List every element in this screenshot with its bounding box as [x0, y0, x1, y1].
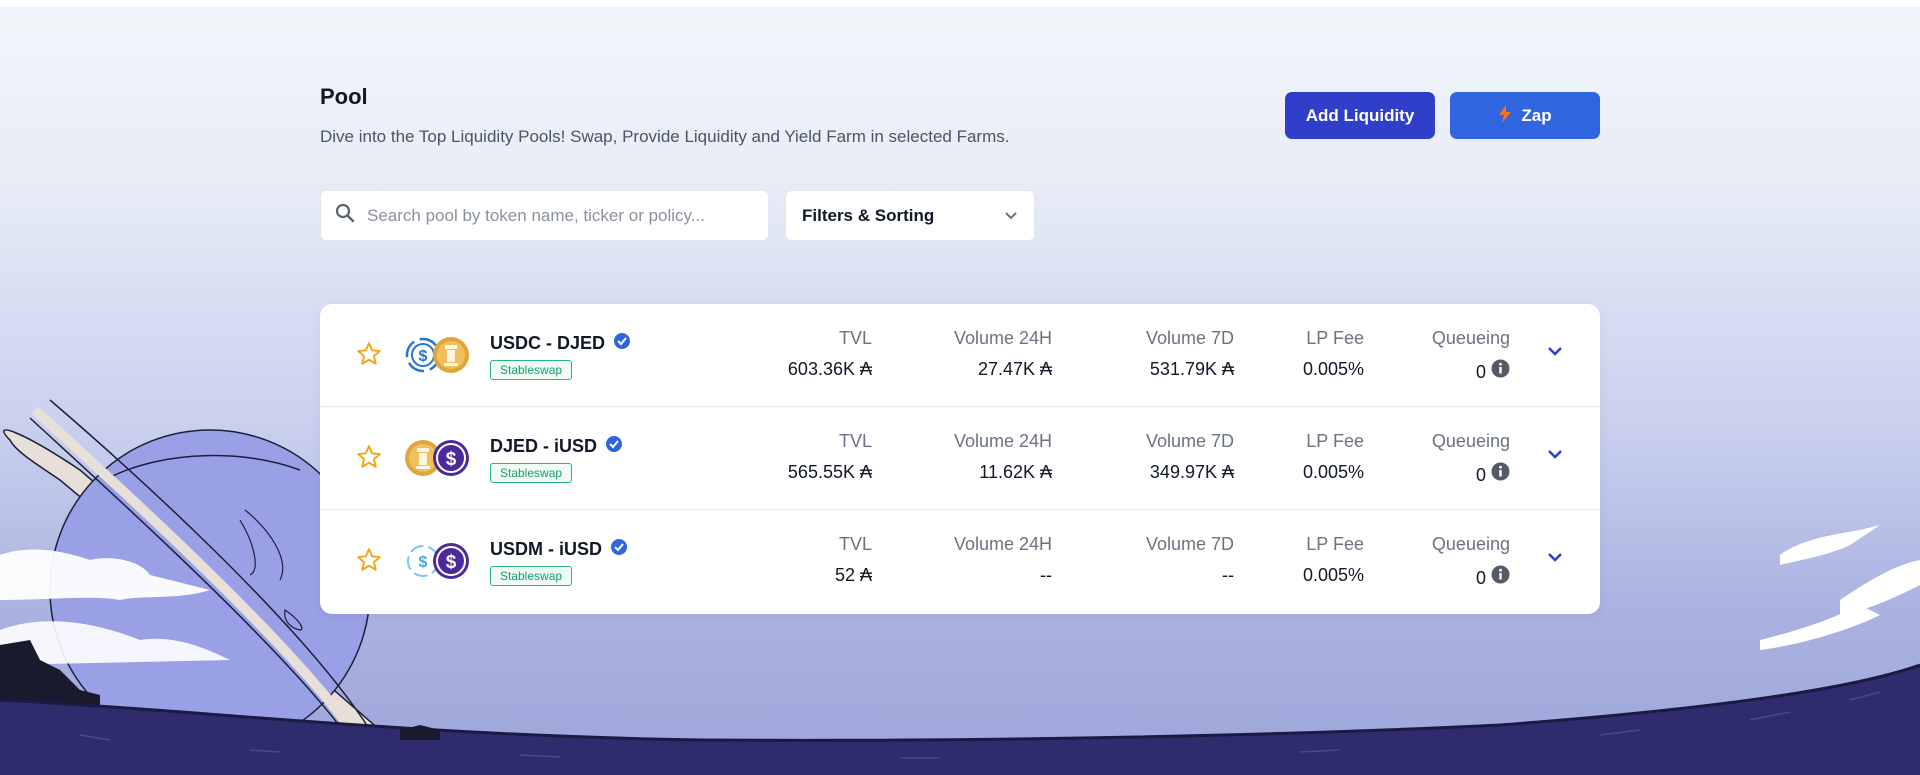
queueing-value-wrap: 0 [1432, 359, 1510, 383]
verified-badge-icon [613, 332, 631, 355]
tvl-stat: TVL 565.55K ₳ [788, 431, 872, 483]
tvl-stat: TVL 52 ₳ [835, 534, 872, 586]
svg-text:$: $ [446, 449, 457, 470]
pool-pair-label: USDM - iUSD [490, 539, 602, 559]
queueing-value-wrap: 0 [1432, 565, 1510, 589]
queueing-value-wrap: 0 [1432, 462, 1510, 486]
queueing-value: 0 [1475, 465, 1486, 485]
add-liquidity-button[interactable]: Add Liquidity [1285, 92, 1435, 139]
pool-pair-label: USDC - DJED [490, 333, 606, 353]
lp-fee-stat: LP Fee 0.005% [1303, 328, 1364, 380]
queueing-label: Queueing [1431, 328, 1510, 348]
volume-24h-value: 11.62K ₳ [979, 462, 1052, 482]
volume-7d-stat: Volume 7D 531.79K ₳ [1146, 328, 1234, 380]
filters-sorting-dropdown[interactable]: Filters & Sorting [785, 190, 1035, 241]
volume-24h-stat: Volume 24H -- [954, 534, 1052, 586]
lp-fee-label: LP Fee [1306, 534, 1364, 554]
page-subtitle: Dive into the Top Liquidity Pools! Swap,… [320, 127, 1010, 146]
star-icon[interactable] [356, 547, 382, 578]
verified-badge-icon [610, 538, 628, 561]
tvl-label: TVL [838, 328, 872, 348]
verified-badge-icon [605, 435, 623, 458]
search-icon [335, 203, 355, 228]
add-liquidity-label: Add Liquidity [1305, 105, 1415, 125]
pool-pair-name[interactable]: USDM - iUSD [490, 538, 628, 561]
volume-7d-stat: Volume 7D 349.97K ₳ [1146, 431, 1234, 483]
svg-text:$: $ [419, 554, 428, 571]
pool-row[interactable]: $ $ USDM - iUSD Stableswap TVL 52 ₳ Volu… [320, 510, 1600, 613]
lightning-icon [1498, 105, 1512, 126]
tvl-value: 52 ₳ [834, 565, 872, 585]
iusd-token-icon: $ [432, 542, 470, 580]
info-icon[interactable] [1491, 359, 1510, 382]
chevron-down-icon [1004, 206, 1018, 226]
volume-7d-label: Volume 7D [1145, 534, 1234, 554]
info-icon[interactable] [1491, 565, 1510, 588]
volume-24h-stat: Volume 24H 27.47K ₳ [954, 328, 1052, 380]
tvl-label: TVL [838, 431, 872, 451]
star-icon[interactable] [356, 341, 382, 372]
volume-7d-value: -- [1222, 565, 1234, 585]
queueing-value: 0 [1475, 362, 1486, 382]
queueing-stat: Queueing 0 [1432, 534, 1510, 589]
search-box [320, 190, 769, 241]
page-title: Pool [320, 84, 368, 109]
pool-pair-label: DJED - iUSD [490, 436, 598, 456]
volume-7d-stat: Volume 7D -- [1146, 534, 1234, 586]
lp-fee-label: LP Fee [1306, 431, 1364, 451]
star-icon[interactable] [356, 444, 382, 475]
pool-row[interactable]: $ DJED - iUSD Stableswap TVL 565.55K ₳ V… [320, 407, 1600, 510]
lp-fee-value: 0.005% [1302, 462, 1364, 482]
lp-fee-stat: LP Fee 0.005% [1303, 431, 1364, 483]
queueing-value: 0 [1475, 568, 1486, 588]
lp-fee-value: 0.005% [1302, 565, 1364, 585]
volume-24h-label: Volume 24H [953, 328, 1052, 348]
tvl-value: 603.36K ₳ [787, 359, 872, 379]
stableswap-badge: Stableswap [490, 463, 573, 483]
iusd-token-icon: $ [432, 439, 470, 477]
volume-7d-label: Volume 7D [1145, 431, 1234, 451]
queueing-label: Queueing [1431, 431, 1510, 451]
stableswap-badge: Stableswap [490, 566, 573, 586]
svg-text:$: $ [419, 348, 428, 365]
info-icon[interactable] [1491, 462, 1510, 485]
volume-24h-stat: Volume 24H 11.62K ₳ [954, 431, 1052, 483]
lp-fee-label: LP Fee [1306, 328, 1364, 348]
volume-24h-value: -- [1040, 565, 1052, 585]
filters-sorting-label: Filters & Sorting [802, 205, 935, 225]
volume-24h-label: Volume 24H [953, 534, 1052, 554]
chevron-down-icon[interactable] [1546, 550, 1564, 568]
svg-text:$: $ [446, 552, 457, 573]
volume-24h-label: Volume 24H [953, 431, 1052, 451]
chevron-down-icon[interactable] [1546, 447, 1564, 465]
volume-7d-value: 531.79K ₳ [1149, 359, 1234, 379]
djed-token-icon [432, 336, 470, 374]
volume-7d-label: Volume 7D [1145, 328, 1234, 348]
tvl-label: TVL [838, 534, 872, 554]
pool-pair-name[interactable]: DJED - iUSD [490, 435, 623, 458]
pool-list: $ USDC - DJED Stableswap TVL 603.36K ₳ V… [320, 304, 1600, 614]
queueing-stat: Queueing 0 [1432, 431, 1510, 486]
queueing-label: Queueing [1431, 534, 1510, 554]
pool-row[interactable]: $ USDC - DJED Stableswap TVL 603.36K ₳ V… [320, 304, 1600, 407]
chevron-down-icon[interactable] [1546, 344, 1564, 362]
volume-7d-value: 349.97K ₳ [1149, 462, 1234, 482]
zap-button[interactable]: Zap [1450, 92, 1600, 139]
tvl-value: 565.55K ₳ [787, 462, 872, 482]
lp-fee-value: 0.005% [1302, 359, 1364, 379]
search-input[interactable] [367, 205, 747, 226]
lp-fee-stat: LP Fee 0.005% [1303, 534, 1364, 586]
pool-pair-name[interactable]: USDC - DJED [490, 332, 631, 355]
queueing-stat: Queueing 0 [1432, 328, 1510, 383]
volume-24h-value: 27.47K ₳ [977, 359, 1052, 379]
stableswap-badge: Stableswap [490, 360, 573, 380]
tvl-stat: TVL 603.36K ₳ [788, 328, 872, 380]
zap-label: Zap [1521, 105, 1552, 125]
